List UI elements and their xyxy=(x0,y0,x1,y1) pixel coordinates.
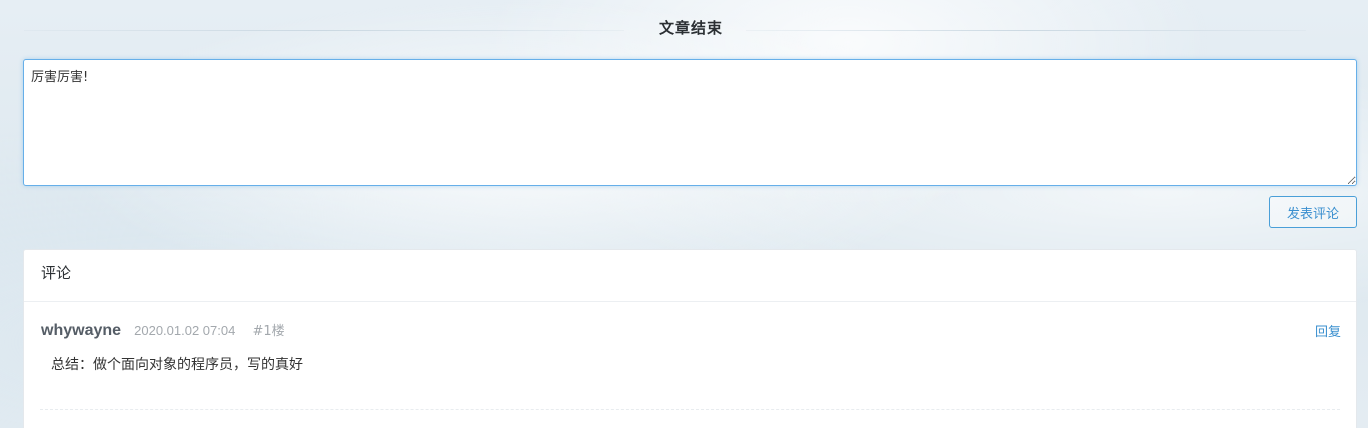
comment-textarea[interactable] xyxy=(23,59,1357,186)
comment-content: 总结：做个面向对象的程序员，写的真好 xyxy=(51,357,303,373)
comment-time: 2020.01.02 07:04 xyxy=(134,323,236,338)
comment-meta: whywayne 2020.01.02 07:04 #1楼 xyxy=(41,320,285,340)
reply-link[interactable]: 回复 xyxy=(1315,321,1341,340)
article-end-divider: 文章结束 xyxy=(24,14,1344,42)
comments-panel: 评论 whywayne 2020.01.02 07:04 #1楼 回复 总结：做… xyxy=(23,249,1357,428)
comments-header: 评论 xyxy=(24,250,1356,302)
submit-comment-button[interactable]: 发表评论 xyxy=(1269,196,1357,228)
comment-author[interactable]: whywayne xyxy=(41,322,121,339)
comment-divider xyxy=(40,409,1340,410)
divider-line-right xyxy=(746,30,1306,31)
divider-line-left xyxy=(24,30,624,31)
article-end-title: 文章结束 xyxy=(658,19,723,37)
comment-floor: #1楼 xyxy=(252,324,285,339)
